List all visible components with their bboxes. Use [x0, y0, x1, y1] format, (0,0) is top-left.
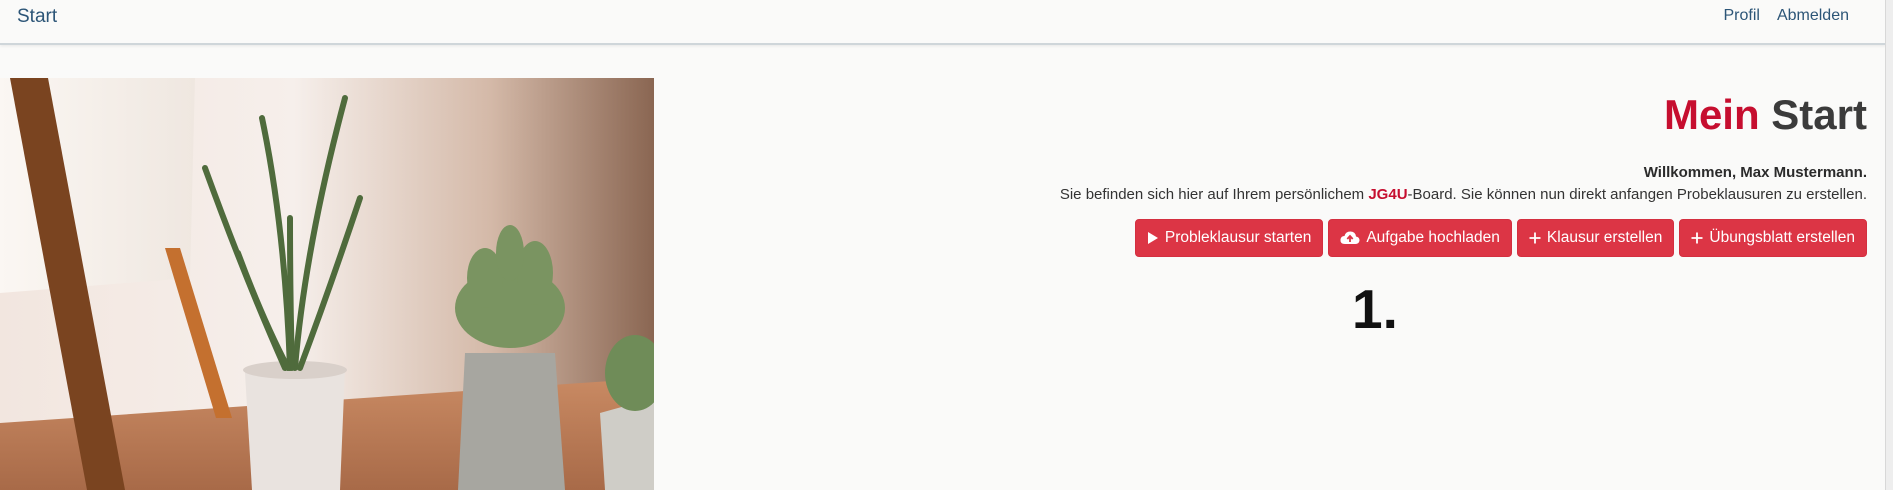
hero-plant-photo	[0, 78, 654, 490]
nav-link-profil[interactable]: Profil	[1724, 7, 1760, 25]
cloud-upload-icon	[1340, 231, 1360, 245]
nav-link-abmelden[interactable]: Abmelden	[1777, 7, 1849, 25]
intro-text-after: -Board. Sie können nun direkt anfangen P…	[1407, 186, 1867, 203]
intro-brand-name: JG4U	[1368, 186, 1408, 203]
welcome-panel: Mein Start Willkommen, Max Mustermann. S…	[967, 88, 1867, 257]
plus-icon	[1691, 232, 1703, 244]
step-number: 1.	[1352, 278, 1398, 340]
welcome-message: Willkommen, Max Mustermann.	[1643, 164, 1867, 181]
window-scrollbar[interactable]	[1885, 0, 1893, 490]
start-practice-exam-label: Probleklausur starten	[1164, 229, 1312, 246]
upload-task-button[interactable]: Aufgabe hochladen	[1328, 219, 1512, 257]
create-worksheet-button[interactable]: Übungsblatt erstellen	[1679, 219, 1867, 257]
title-rest: Start	[1771, 91, 1867, 138]
page-title: Mein Start	[967, 88, 1867, 142]
create-exam-label: Klausur erstellen	[1546, 229, 1663, 246]
plus-icon	[1529, 232, 1541, 244]
intro-text-before: Sie befinden sich hier auf Ihrem persönl…	[1059, 186, 1369, 203]
navbar-brand-start[interactable]: Start	[17, 6, 57, 28]
create-worksheet-label: Übungsblatt erstellen	[1709, 229, 1855, 246]
play-icon	[1147, 231, 1159, 245]
upload-task-label: Aufgabe hochladen	[1366, 229, 1500, 246]
navbar-links: Profil Abmelden	[1724, 7, 1850, 25]
action-buttons: Probleklausur starten Aufgabe hochladen …	[967, 219, 1867, 257]
create-exam-button[interactable]: Klausur erstellen	[1516, 219, 1675, 257]
intro-text: Sie befinden sich hier auf Ihrem persönl…	[967, 186, 1867, 203]
top-navbar: Start Profil Abmelden	[0, 0, 1886, 45]
start-practice-exam-button[interactable]: Probleklausur starten	[1134, 219, 1324, 257]
title-accent: Mein	[1663, 91, 1760, 138]
